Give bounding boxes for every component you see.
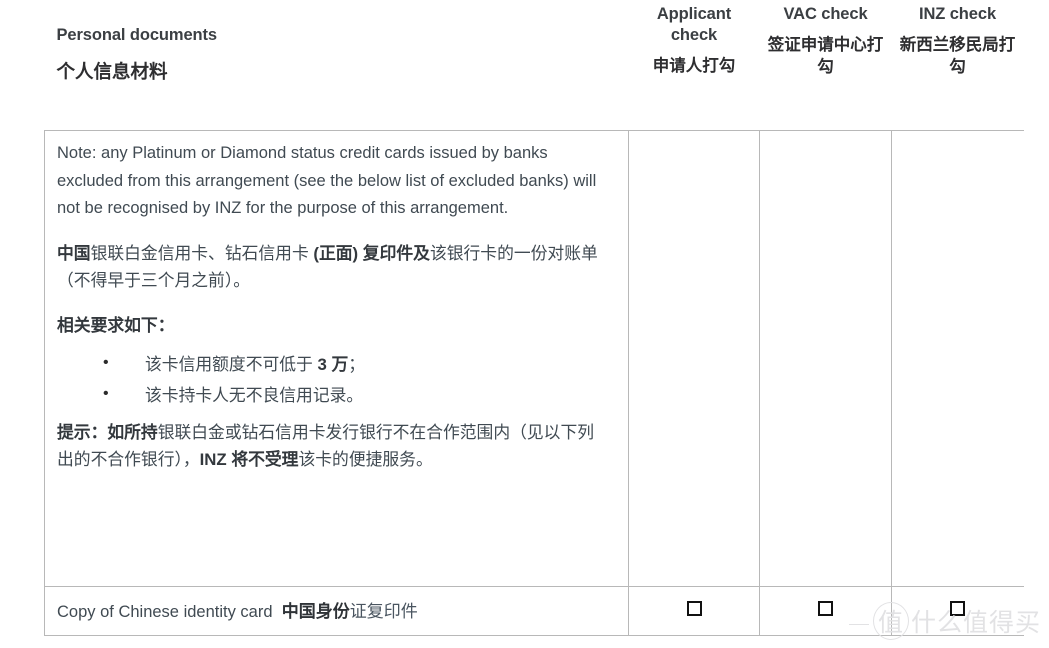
watermark-text: 什么值得买 <box>910 608 1041 637</box>
checkbox-icon-vac[interactable] <box>818 601 833 616</box>
header-cell-vac-check: VAC check 签证申请中心打勾 <box>759 0 892 131</box>
hint-bold-2: INZ 将不受理 <box>199 450 299 470</box>
note-english-paragraph: Note: any Platinum or Diamond status cre… <box>57 144 597 218</box>
requirements-heading-text: 相关要求如下： <box>57 315 175 335</box>
header-cell-description: Personal documents 个人信息材料 <box>44 0 629 131</box>
requirement-1-plain-2: ； <box>348 354 366 374</box>
bullet-icon: • <box>103 384 109 402</box>
header-cell-inz-check: INZ check 新西兰移民局打勾 <box>891 0 1024 131</box>
cell-applicant-check-note[interactable] <box>628 130 760 587</box>
header-description-zh: 个人信息材料 <box>56 61 168 83</box>
header-inz-en: INZ check <box>918 5 997 23</box>
table-body: Note: any Platinum or Diamond status cre… <box>44 130 1024 636</box>
requirements-heading: 相关要求如下： <box>57 312 610 339</box>
document-sheet: Personal documents 个人信息材料 Applicant chec… <box>0 0 1049 648</box>
hint-paragraph: 提示：如所持银联白金或钻石信用卡发行银行不在合作范围内（见以下列出的不合作银行）… <box>57 419 610 473</box>
header-inz-zh: 新西兰移民局打勾 <box>899 36 1016 76</box>
header-description-en: Personal documents <box>56 26 218 44</box>
requirement-1-plain-1: 该卡信用额度不可低于 <box>145 354 318 374</box>
identity-card-label-en: Copy of Chinese identity card <box>57 603 273 621</box>
requirements-list: • 该卡信用额度不可低于 3 万； • 该卡持卡人无不良信用记录。 <box>57 351 610 409</box>
card-line-bold-2: (正面) 复印件及 <box>313 244 430 264</box>
requirement-2-plain-1: 该卡持卡人无不良信用记录。 <box>145 385 364 405</box>
header-applicant-en: Applicant check <box>656 5 732 45</box>
identity-card-text: Copy of Chinese identity card 中国身份证复印件 <box>57 596 610 625</box>
watermark: 值什么值得买 <box>848 602 1041 640</box>
cell-vac-check-note[interactable] <box>759 130 892 587</box>
cell-credit-card-note: Note: any Platinum or Diamond status cre… <box>44 130 629 587</box>
checklist-table: Personal documents 个人信息材料 Applicant chec… <box>44 0 1024 636</box>
header-vac-zh: 签证申请中心打勾 <box>767 36 884 76</box>
hint-plain-2: 该卡的便捷服务。 <box>298 450 433 470</box>
watermark-dash-icon <box>848 623 869 625</box>
watermark-circle-logo: 值 <box>872 602 909 640</box>
header-applicant-zh: 申请人打勾 <box>652 57 736 76</box>
table-header: Personal documents 个人信息材料 Applicant chec… <box>44 0 1024 131</box>
checkbox-icon-applicant[interactable] <box>686 601 702 616</box>
cell-identity-card-label: Copy of Chinese identity card 中国身份证复印件 <box>44 586 629 636</box>
card-requirement-paragraph: 中国银联白金信用卡、钻石信用卡 (正面) 复印件及该银行卡的一份对账单（不得早于… <box>57 240 610 294</box>
hint-bold-1: 提示：如所持 <box>57 423 158 443</box>
identity-card-label-zh-bold: 中国身份 <box>281 602 350 621</box>
list-item: • 该卡信用额度不可低于 3 万； <box>103 351 610 378</box>
header-row: Personal documents 个人信息材料 Applicant chec… <box>44 0 1024 131</box>
cell-inz-check-note[interactable] <box>891 130 1024 587</box>
cell-applicant-check-identity[interactable] <box>628 586 760 636</box>
header-vac-en: VAC check <box>783 5 868 23</box>
list-item: • 该卡持卡人无不良信用记录。 <box>103 382 610 409</box>
identity-card-label-zh-plain: 证复印件 <box>349 602 418 621</box>
header-cell-applicant-check: Applicant check 申请人打勾 <box>628 0 760 131</box>
card-line-bold-1: 中国 <box>57 244 91 264</box>
bullet-icon: • <box>103 353 109 371</box>
requirement-1-bold: 3 万 <box>317 354 349 374</box>
card-line-plain-1: 银联白金信用卡、钻石信用卡 <box>90 244 314 264</box>
table-row-credit-card-note: Note: any Platinum or Diamond status cre… <box>44 130 1024 587</box>
